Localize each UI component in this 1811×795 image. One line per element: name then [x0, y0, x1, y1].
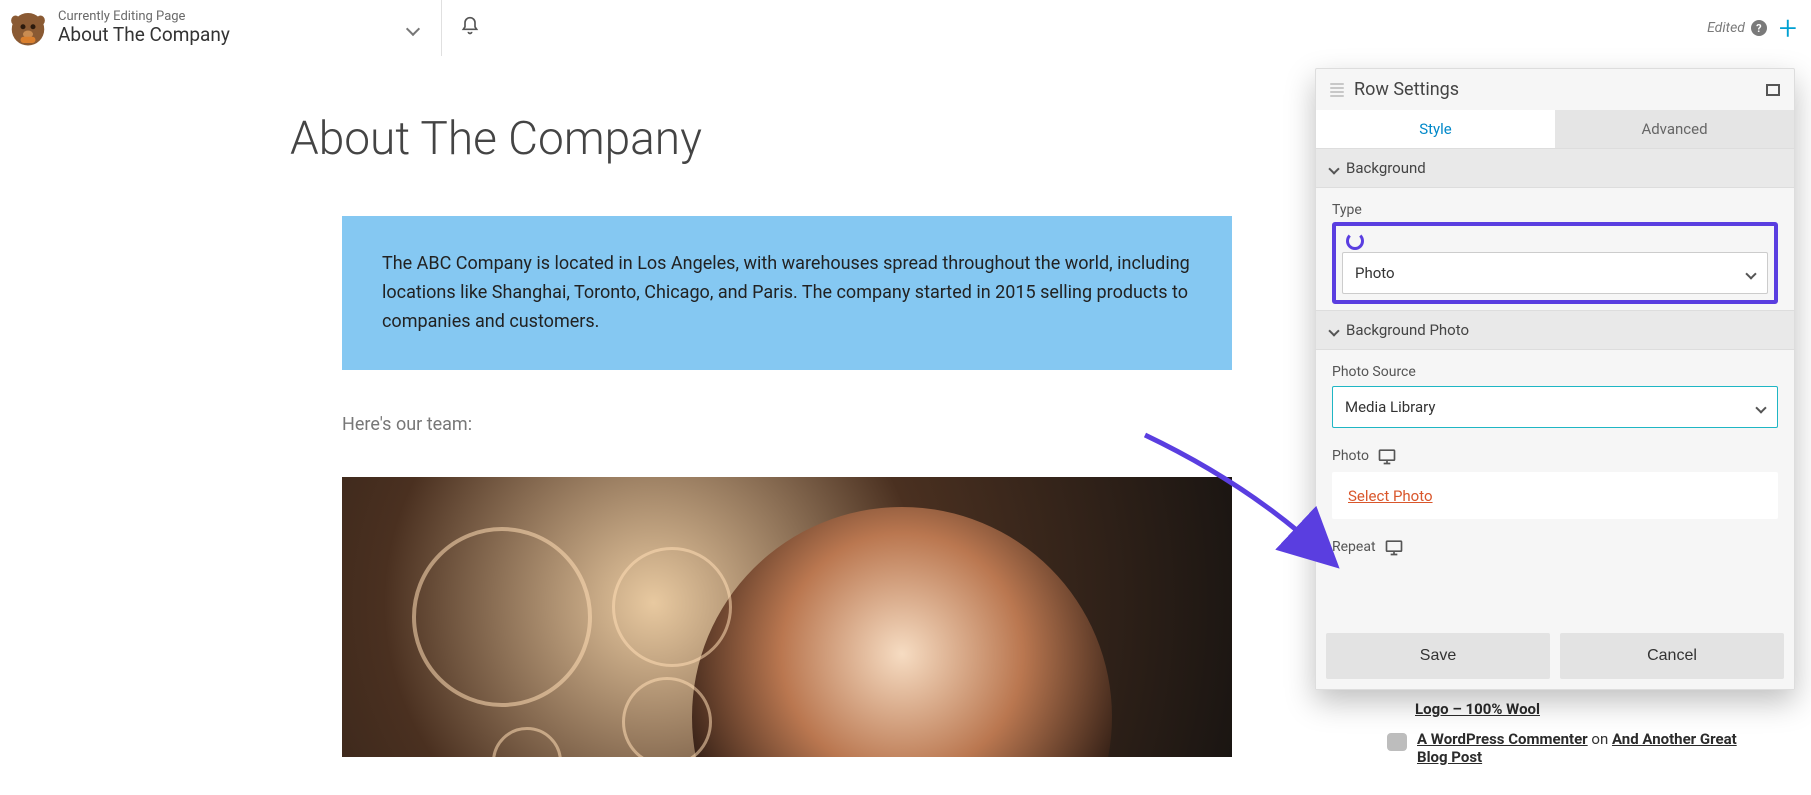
comment-author-link[interactable]: A WordPress Commenter	[1417, 730, 1588, 748]
chevron-down-icon	[1330, 321, 1338, 339]
recent-comments-widget: Logo – 100% Wool A WordPress Commenter o…	[1387, 700, 1767, 778]
panel-footer: Save Cancel	[1316, 623, 1794, 689]
highlight-annotation: Photo	[1332, 222, 1778, 304]
type-label: Type	[1332, 202, 1778, 218]
chevron-down-icon	[1757, 398, 1765, 416]
panel-body: Background Type Photo Background Photo P…	[1316, 148, 1794, 623]
photo-label: Photo	[1332, 446, 1778, 466]
chevron-down-icon	[1747, 264, 1755, 282]
edited-status: Edited ?	[1707, 20, 1767, 36]
photo-source-select[interactable]: Media Library	[1332, 386, 1778, 428]
section-background-photo-header[interactable]: Background Photo	[1316, 310, 1794, 350]
team-image[interactable]	[342, 477, 1232, 757]
responsive-icon[interactable]	[1384, 537, 1404, 557]
add-content-button[interactable]: +	[1779, 12, 1797, 44]
chevron-down-icon	[1330, 159, 1338, 177]
photo-picker: Select Photo	[1332, 472, 1778, 519]
panel-header[interactable]: Row Settings	[1316, 69, 1794, 110]
topbar: Currently Editing Page About The Company…	[0, 0, 1811, 56]
cancel-button[interactable]: Cancel	[1560, 633, 1784, 679]
intro-row[interactable]: The ABC Company is located in Los Angele…	[342, 216, 1232, 370]
page-switcher-dropdown[interactable]	[386, 0, 442, 56]
app-logo	[8, 8, 48, 48]
select-photo-link[interactable]: Select Photo	[1348, 487, 1433, 505]
chevron-down-icon	[408, 19, 418, 38]
save-button[interactable]: Save	[1326, 633, 1550, 679]
background-type-select[interactable]: Photo	[1342, 252, 1768, 294]
comment-post-link[interactable]: Logo – 100% Wool	[1415, 700, 1540, 718]
bell-icon	[460, 16, 480, 40]
section-background-header[interactable]: Background	[1316, 148, 1794, 188]
page-title: About The Company	[58, 24, 230, 47]
help-icon[interactable]: ?	[1751, 20, 1767, 36]
loading-spinner-icon	[1346, 232, 1364, 250]
panel-title: Row Settings	[1354, 79, 1459, 100]
notifications-button[interactable]	[442, 0, 498, 56]
responsive-icon[interactable]	[1377, 446, 1397, 466]
maximize-panel-button[interactable]	[1766, 84, 1780, 96]
editing-context-label: Currently Editing Page	[58, 9, 230, 25]
intro-text: The ABC Company is located in Los Angele…	[382, 253, 1190, 332]
tab-advanced[interactable]: Advanced	[1555, 110, 1794, 148]
drag-handle-icon[interactable]	[1330, 83, 1344, 97]
repeat-label: Repeat	[1332, 537, 1778, 557]
panel-tabs: Style Advanced	[1316, 110, 1794, 148]
comment-icon	[1387, 733, 1407, 751]
tab-style[interactable]: Style	[1316, 110, 1555, 148]
page-context: Currently Editing Page About The Company	[58, 9, 230, 47]
photo-source-label: Photo Source	[1332, 364, 1778, 380]
row-settings-panel: Row Settings Style Advanced Background T…	[1315, 68, 1795, 690]
